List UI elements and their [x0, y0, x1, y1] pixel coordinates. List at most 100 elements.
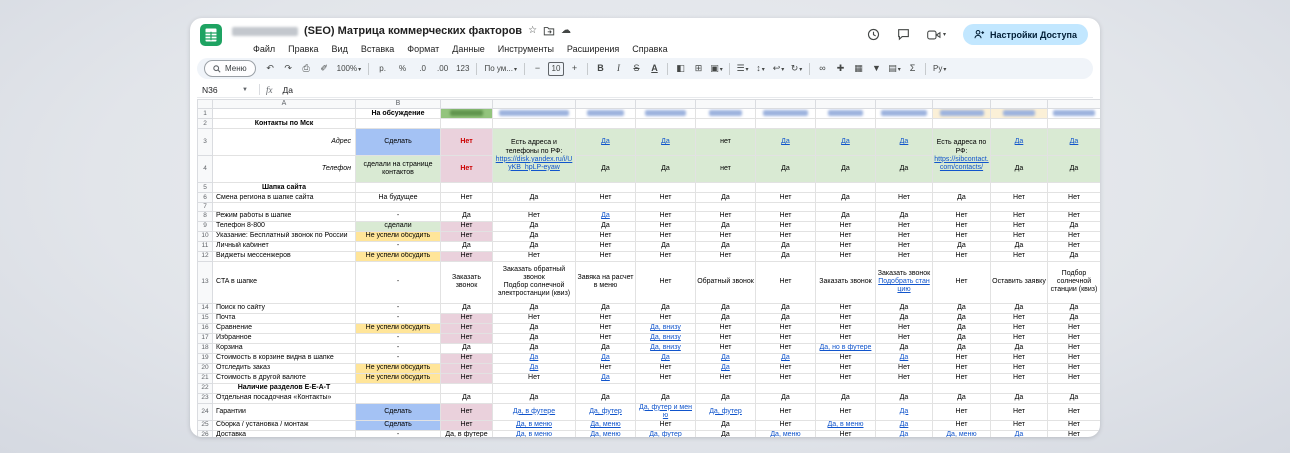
- cell[interactable]: [876, 383, 933, 393]
- merge-cells-button[interactable]: ▣▾: [708, 64, 725, 73]
- cell[interactable]: Оставить заявку: [991, 261, 1048, 303]
- row-header[interactable]: 16: [198, 323, 213, 333]
- cell[interactable]: Нет: [991, 403, 1048, 420]
- row-header[interactable]: 20: [198, 363, 213, 373]
- cell[interactable]: Да: [1048, 129, 1101, 156]
- cell[interactable]: Обратный звонок: [696, 261, 756, 303]
- cell[interactable]: Нет: [1048, 241, 1101, 251]
- row-header[interactable]: 13: [198, 261, 213, 303]
- cell[interactable]: [441, 109, 493, 119]
- cell[interactable]: -: [356, 303, 441, 313]
- row-header[interactable]: 15: [198, 313, 213, 323]
- cell[interactable]: Нет: [876, 363, 933, 373]
- cell[interactable]: нет: [696, 156, 756, 183]
- cell[interactable]: [636, 119, 696, 129]
- cell[interactable]: Нет: [933, 221, 991, 231]
- column-header[interactable]: B: [356, 100, 441, 109]
- cell[interactable]: Да: [576, 353, 636, 363]
- cell[interactable]: Отдельная посадочная «Контакты»: [213, 393, 356, 403]
- cell[interactable]: Да: [876, 403, 933, 420]
- bold-button[interactable]: B: [592, 64, 609, 73]
- cell[interactable]: [696, 109, 756, 119]
- cell[interactable]: Да: [576, 303, 636, 313]
- cell[interactable]: -: [356, 430, 441, 437]
- cell[interactable]: Да: [991, 343, 1048, 353]
- cell[interactable]: Да: [1048, 393, 1101, 403]
- cell[interactable]: Нет: [636, 231, 696, 241]
- cell[interactable]: Да: [876, 353, 933, 363]
- cell[interactable]: Нет: [756, 323, 816, 333]
- cell[interactable]: Да: [756, 241, 816, 251]
- cell[interactable]: Нет: [441, 333, 493, 343]
- cell[interactable]: [356, 393, 441, 403]
- cell[interactable]: Нет: [816, 403, 876, 420]
- row-header[interactable]: 23: [198, 393, 213, 403]
- decrease-decimals-button[interactable]: .0: [413, 65, 432, 73]
- cell[interactable]: Да, в меню: [493, 420, 576, 430]
- row-header[interactable]: 21: [198, 373, 213, 383]
- cell[interactable]: Нет: [1048, 420, 1101, 430]
- borders-button[interactable]: ⊞: [690, 64, 707, 73]
- cell[interactable]: Нет: [991, 193, 1048, 203]
- cell[interactable]: Нет: [876, 221, 933, 231]
- name-box[interactable]: N36 ▼: [197, 85, 253, 95]
- cell[interactable]: -: [356, 313, 441, 323]
- cell[interactable]: Да: [933, 333, 991, 343]
- cell[interactable]: Нет: [756, 363, 816, 373]
- text-color-button[interactable]: A: [646, 64, 663, 73]
- vertical-align-button[interactable]: ↕▾: [752, 64, 769, 73]
- cell[interactable]: Нет: [696, 211, 756, 221]
- row-header[interactable]: 1: [198, 109, 213, 119]
- cell[interactable]: Да: [441, 343, 493, 353]
- cell[interactable]: Нет: [696, 343, 756, 353]
- cell[interactable]: [876, 183, 933, 193]
- font-size-input[interactable]: 10: [548, 62, 564, 76]
- cell[interactable]: Да: [876, 313, 933, 323]
- cell[interactable]: Нет: [441, 129, 493, 156]
- cell[interactable]: Да: [696, 303, 756, 313]
- cell[interactable]: Нет: [876, 251, 933, 261]
- cell[interactable]: Контакты по Мск: [213, 119, 356, 129]
- cell[interactable]: Да: [493, 333, 576, 343]
- menu-item-5[interactable]: Формат: [407, 44, 439, 54]
- cell[interactable]: Нет: [493, 251, 576, 261]
- table-views-button[interactable]: ▤▾: [886, 64, 903, 73]
- cell[interactable]: [576, 119, 636, 129]
- cell[interactable]: Нет: [991, 211, 1048, 221]
- cell[interactable]: Нет: [991, 420, 1048, 430]
- cell[interactable]: Телефон: [213, 156, 356, 183]
- cell[interactable]: [1048, 119, 1101, 129]
- cell[interactable]: Нет: [696, 333, 756, 343]
- cell[interactable]: -: [356, 353, 441, 363]
- cell[interactable]: Заказать звонокПодобрать станцию: [876, 261, 933, 303]
- cell[interactable]: Да: [876, 129, 933, 156]
- cell[interactable]: Нет: [933, 363, 991, 373]
- italic-button[interactable]: I: [610, 64, 627, 73]
- menu-item-6[interactable]: Данные: [452, 44, 485, 54]
- cell[interactable]: Нет: [876, 231, 933, 241]
- cell[interactable]: Нет: [933, 403, 991, 420]
- cell[interactable]: [493, 183, 576, 193]
- row-header[interactable]: 6: [198, 193, 213, 203]
- cell[interactable]: [576, 203, 636, 211]
- cell[interactable]: Нет: [991, 373, 1048, 383]
- cell[interactable]: [876, 119, 933, 129]
- cell[interactable]: Да: [756, 353, 816, 363]
- cell[interactable]: Да, внизу: [636, 343, 696, 353]
- cell[interactable]: Да: [576, 221, 636, 231]
- cell[interactable]: Нет: [1048, 353, 1101, 363]
- cell[interactable]: Нет: [636, 251, 696, 261]
- cell[interactable]: [816, 203, 876, 211]
- cell[interactable]: [441, 183, 493, 193]
- row-header[interactable]: 26: [198, 430, 213, 437]
- column-header[interactable]: [576, 100, 636, 109]
- cell[interactable]: Нет: [933, 261, 991, 303]
- column-header[interactable]: [1048, 100, 1101, 109]
- cell[interactable]: [991, 119, 1048, 129]
- cell[interactable]: Нет: [991, 333, 1048, 343]
- cell[interactable]: Нет: [1048, 363, 1101, 373]
- cell[interactable]: [636, 203, 696, 211]
- cell[interactable]: Да: [991, 430, 1048, 437]
- cell[interactable]: CTA в шапке: [213, 261, 356, 303]
- cell[interactable]: Нет: [493, 211, 576, 221]
